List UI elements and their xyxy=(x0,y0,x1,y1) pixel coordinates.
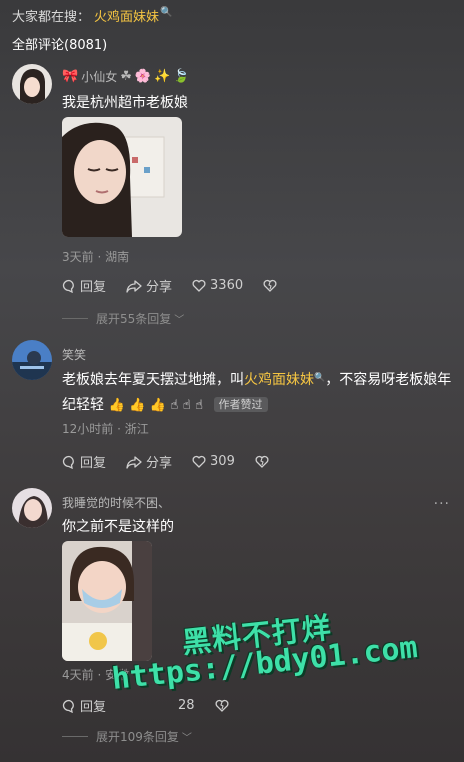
reply-button[interactable]: 回复 xyxy=(62,276,106,295)
comments-count: 全部评论(8081) xyxy=(12,38,108,53)
flower-icon: 🌸 xyxy=(134,69,152,84)
share-icon xyxy=(126,455,142,469)
username[interactable]: 笑笑 xyxy=(62,346,86,363)
expand-label: 展开55条回复 xyxy=(96,312,172,326)
divider xyxy=(62,736,88,737)
like-button[interactable]: 309 xyxy=(192,454,235,469)
raised-finger-emoji: ☝ xyxy=(182,398,191,413)
reply-icon xyxy=(62,279,74,293)
comment-actions: 回复 分享 3360 xyxy=(62,276,301,295)
raised-finger-emoji: ☝ xyxy=(195,398,204,413)
heart-icon xyxy=(192,455,206,468)
like-count: 309 xyxy=(210,454,235,469)
like-count: 3360 xyxy=(210,278,244,293)
avatar[interactable] xyxy=(12,64,52,104)
search-term[interactable]: 火鸡面妹妹 xyxy=(94,6,159,25)
like-count: 28 xyxy=(178,698,195,713)
comment-actions: 回复 分享 309 xyxy=(62,452,293,471)
divider xyxy=(62,318,88,319)
author-liked-badge: 作者赞过 xyxy=(213,397,268,412)
reply-icon xyxy=(62,699,74,713)
thumbs-up-emoji: 👍 xyxy=(149,398,166,413)
chevron-down-icon: ﹀ xyxy=(181,733,192,744)
comment-text: 我是杭州超市老板娘 xyxy=(62,95,188,111)
expand-label: 展开109条回复 xyxy=(96,730,179,744)
heart-icon xyxy=(192,279,206,292)
share-icon xyxy=(126,279,142,293)
like-button[interactable]: 3360 xyxy=(192,278,243,293)
like-button[interactable]: 28 xyxy=(178,698,195,713)
search-icon: 🔍 xyxy=(160,7,173,18)
comment-image[interactable] xyxy=(62,117,182,237)
search-prefix: 大家都在搜： xyxy=(12,10,91,25)
raised-finger-emoji: ☝ xyxy=(170,398,179,413)
avatar[interactable] xyxy=(12,340,52,380)
share-label: 分享 xyxy=(146,456,173,471)
reply-icon xyxy=(62,455,74,469)
broken-heart-icon xyxy=(215,699,229,712)
share-label: 分享 xyxy=(146,280,173,295)
comment-text: 你之前不是这样的 xyxy=(62,519,174,535)
reply-label: 回复 xyxy=(80,456,107,471)
expand-replies[interactable]: 展开55条回复 ﹀ xyxy=(62,310,184,327)
clover-icon: ☘ xyxy=(120,69,132,84)
dislike-button[interactable] xyxy=(263,279,281,292)
comment-meta: 12小时前 · 浙江 xyxy=(62,422,149,436)
thumbs-up-emoji: 👍 xyxy=(129,398,146,413)
leaf-icon: 🍃 xyxy=(173,69,190,84)
username[interactable]: 我睡觉的时候不困、 xyxy=(62,494,170,511)
username[interactable]: 小仙女 xyxy=(81,68,117,85)
comment-actions: 回复 28 xyxy=(62,696,253,715)
comment-image[interactable] xyxy=(62,541,152,661)
search-icon: 🔍 xyxy=(314,373,326,383)
more-options-icon[interactable]: ··· xyxy=(434,496,450,512)
dislike-button[interactable] xyxy=(255,455,273,468)
reply-button[interactable]: 回复 xyxy=(62,452,106,471)
username-row[interactable]: 笑笑 xyxy=(62,346,86,363)
comment-meta: 3天前 · 湖南 xyxy=(62,250,130,264)
comment-text: 老板娘去年夏天摆过地摊，叫火鸡面妹妹🔍，不容易呀老板娘年纪轻轻 👍 👍 👍 ☝ … xyxy=(62,369,452,417)
share-button[interactable]: 分享 xyxy=(126,276,172,295)
chevron-down-icon: ﹀ xyxy=(174,315,185,326)
search-link[interactable]: 火鸡面妹妹 xyxy=(244,372,314,388)
search-suggestion[interactable]: 大家都在搜： 火鸡面妹妹 🔍 xyxy=(12,6,172,25)
thumbs-up-emoji: 👍 xyxy=(108,398,125,413)
comment-text-part: 老板娘去年夏天摆过地摊，叫 xyxy=(62,372,244,388)
bow-icon: 🎀 xyxy=(62,69,79,84)
avatar[interactable] xyxy=(12,488,52,528)
broken-heart-icon xyxy=(255,455,269,468)
broken-heart-icon xyxy=(263,279,277,292)
username-row[interactable]: 🎀 小仙女 ☘ 🌸 ✨ 🍃 xyxy=(62,68,189,85)
expand-replies[interactable]: 展开109条回复 ﹀ xyxy=(62,728,192,745)
reply-label: 回复 xyxy=(80,280,107,295)
dislike-button[interactable] xyxy=(215,699,233,712)
reply-button[interactable]: 回复 xyxy=(62,696,106,715)
sparkles-icon: ✨ xyxy=(154,69,171,84)
username-row[interactable]: 我睡觉的时候不困、 xyxy=(62,494,170,511)
share-button[interactable]: 分享 xyxy=(126,452,172,471)
reply-label: 回复 xyxy=(80,700,107,715)
